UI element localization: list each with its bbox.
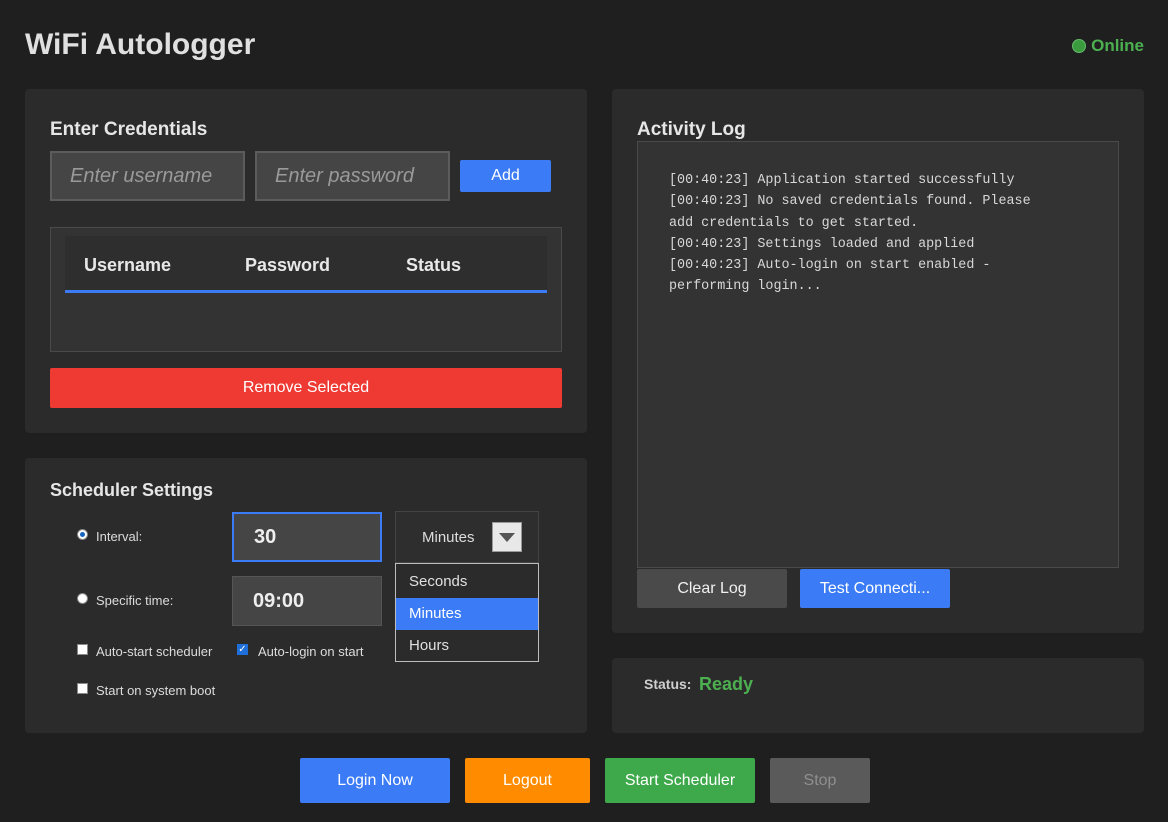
activity-log-text[interactable]: [00:40:23] Application started successfu… bbox=[637, 141, 1119, 568]
unit-option-seconds[interactable]: Seconds bbox=[396, 566, 538, 598]
username-input[interactable] bbox=[50, 151, 245, 201]
app-title: WiFi Autologger bbox=[25, 28, 256, 61]
login-now-button[interactable]: Login Now bbox=[300, 758, 450, 803]
log-line: [00:40:23] No saved credentials found. P… bbox=[669, 194, 1031, 231]
start-on-boot-checkbox[interactable] bbox=[77, 683, 88, 694]
clear-log-button[interactable]: Clear Log bbox=[637, 569, 787, 608]
start-on-boot-label: Start on system boot bbox=[96, 683, 216, 698]
specific-time-radio[interactable] bbox=[77, 593, 88, 604]
column-header-password[interactable]: Password bbox=[245, 255, 330, 276]
specific-time-label: Specific time: bbox=[96, 593, 174, 608]
stop-button[interactable]: Stop bbox=[770, 758, 870, 803]
connection-indicator: Online bbox=[1072, 36, 1144, 56]
credentials-table-header: Username Password Status bbox=[65, 236, 547, 293]
credentials-table[interactable]: Username Password Status bbox=[50, 227, 562, 352]
activity-log-title: Activity Log bbox=[637, 119, 746, 140]
interval-radio[interactable] bbox=[77, 529, 88, 540]
column-header-username[interactable]: Username bbox=[84, 255, 171, 276]
status-value: Ready bbox=[699, 674, 754, 694]
interval-label: Interval: bbox=[96, 529, 143, 544]
status-panel bbox=[612, 658, 1144, 733]
chevron-down-icon[interactable] bbox=[492, 522, 522, 552]
interval-unit-dropdown: Seconds Minutes Hours bbox=[395, 563, 539, 662]
auto-start-checkbox[interactable] bbox=[77, 644, 88, 655]
interval-unit-value: Minutes bbox=[422, 529, 475, 546]
status-dot-icon bbox=[1072, 39, 1087, 53]
log-line: [00:40:23] Settings loaded and applied bbox=[669, 236, 975, 252]
status-label: Status: bbox=[644, 676, 692, 692]
auto-start-label: Auto-start scheduler bbox=[96, 644, 213, 659]
password-input[interactable] bbox=[255, 151, 450, 201]
log-line: [00:40:23] Application started successfu… bbox=[669, 173, 1015, 188]
interval-spinbox[interactable]: 30 bbox=[232, 512, 382, 562]
test-connection-button[interactable]: Test Connecti... bbox=[800, 569, 950, 608]
auto-login-label: Auto-login on start bbox=[258, 644, 364, 659]
remove-selected-button[interactable]: Remove Selected bbox=[50, 368, 562, 408]
scheduler-title: Scheduler Settings bbox=[50, 480, 214, 500]
add-credential-button[interactable]: Add bbox=[460, 160, 551, 192]
log-line: [00:40:23] Auto-login on start enabled -… bbox=[669, 258, 991, 295]
logout-button[interactable]: Logout bbox=[465, 758, 590, 803]
auto-login-checkbox[interactable]: ✓ bbox=[237, 644, 248, 655]
specific-time-input[interactable]: 09:00 bbox=[232, 576, 382, 626]
unit-option-hours[interactable]: Hours bbox=[396, 630, 538, 662]
connection-status-text: Online bbox=[1091, 36, 1144, 55]
interval-unit-select[interactable]: Minutes bbox=[395, 511, 539, 563]
credentials-title: Enter Credentials bbox=[50, 119, 208, 140]
start-scheduler-button[interactable]: Start Scheduler bbox=[605, 758, 755, 803]
unit-option-minutes[interactable]: Minutes bbox=[396, 598, 538, 630]
column-header-status[interactable]: Status bbox=[406, 255, 461, 276]
